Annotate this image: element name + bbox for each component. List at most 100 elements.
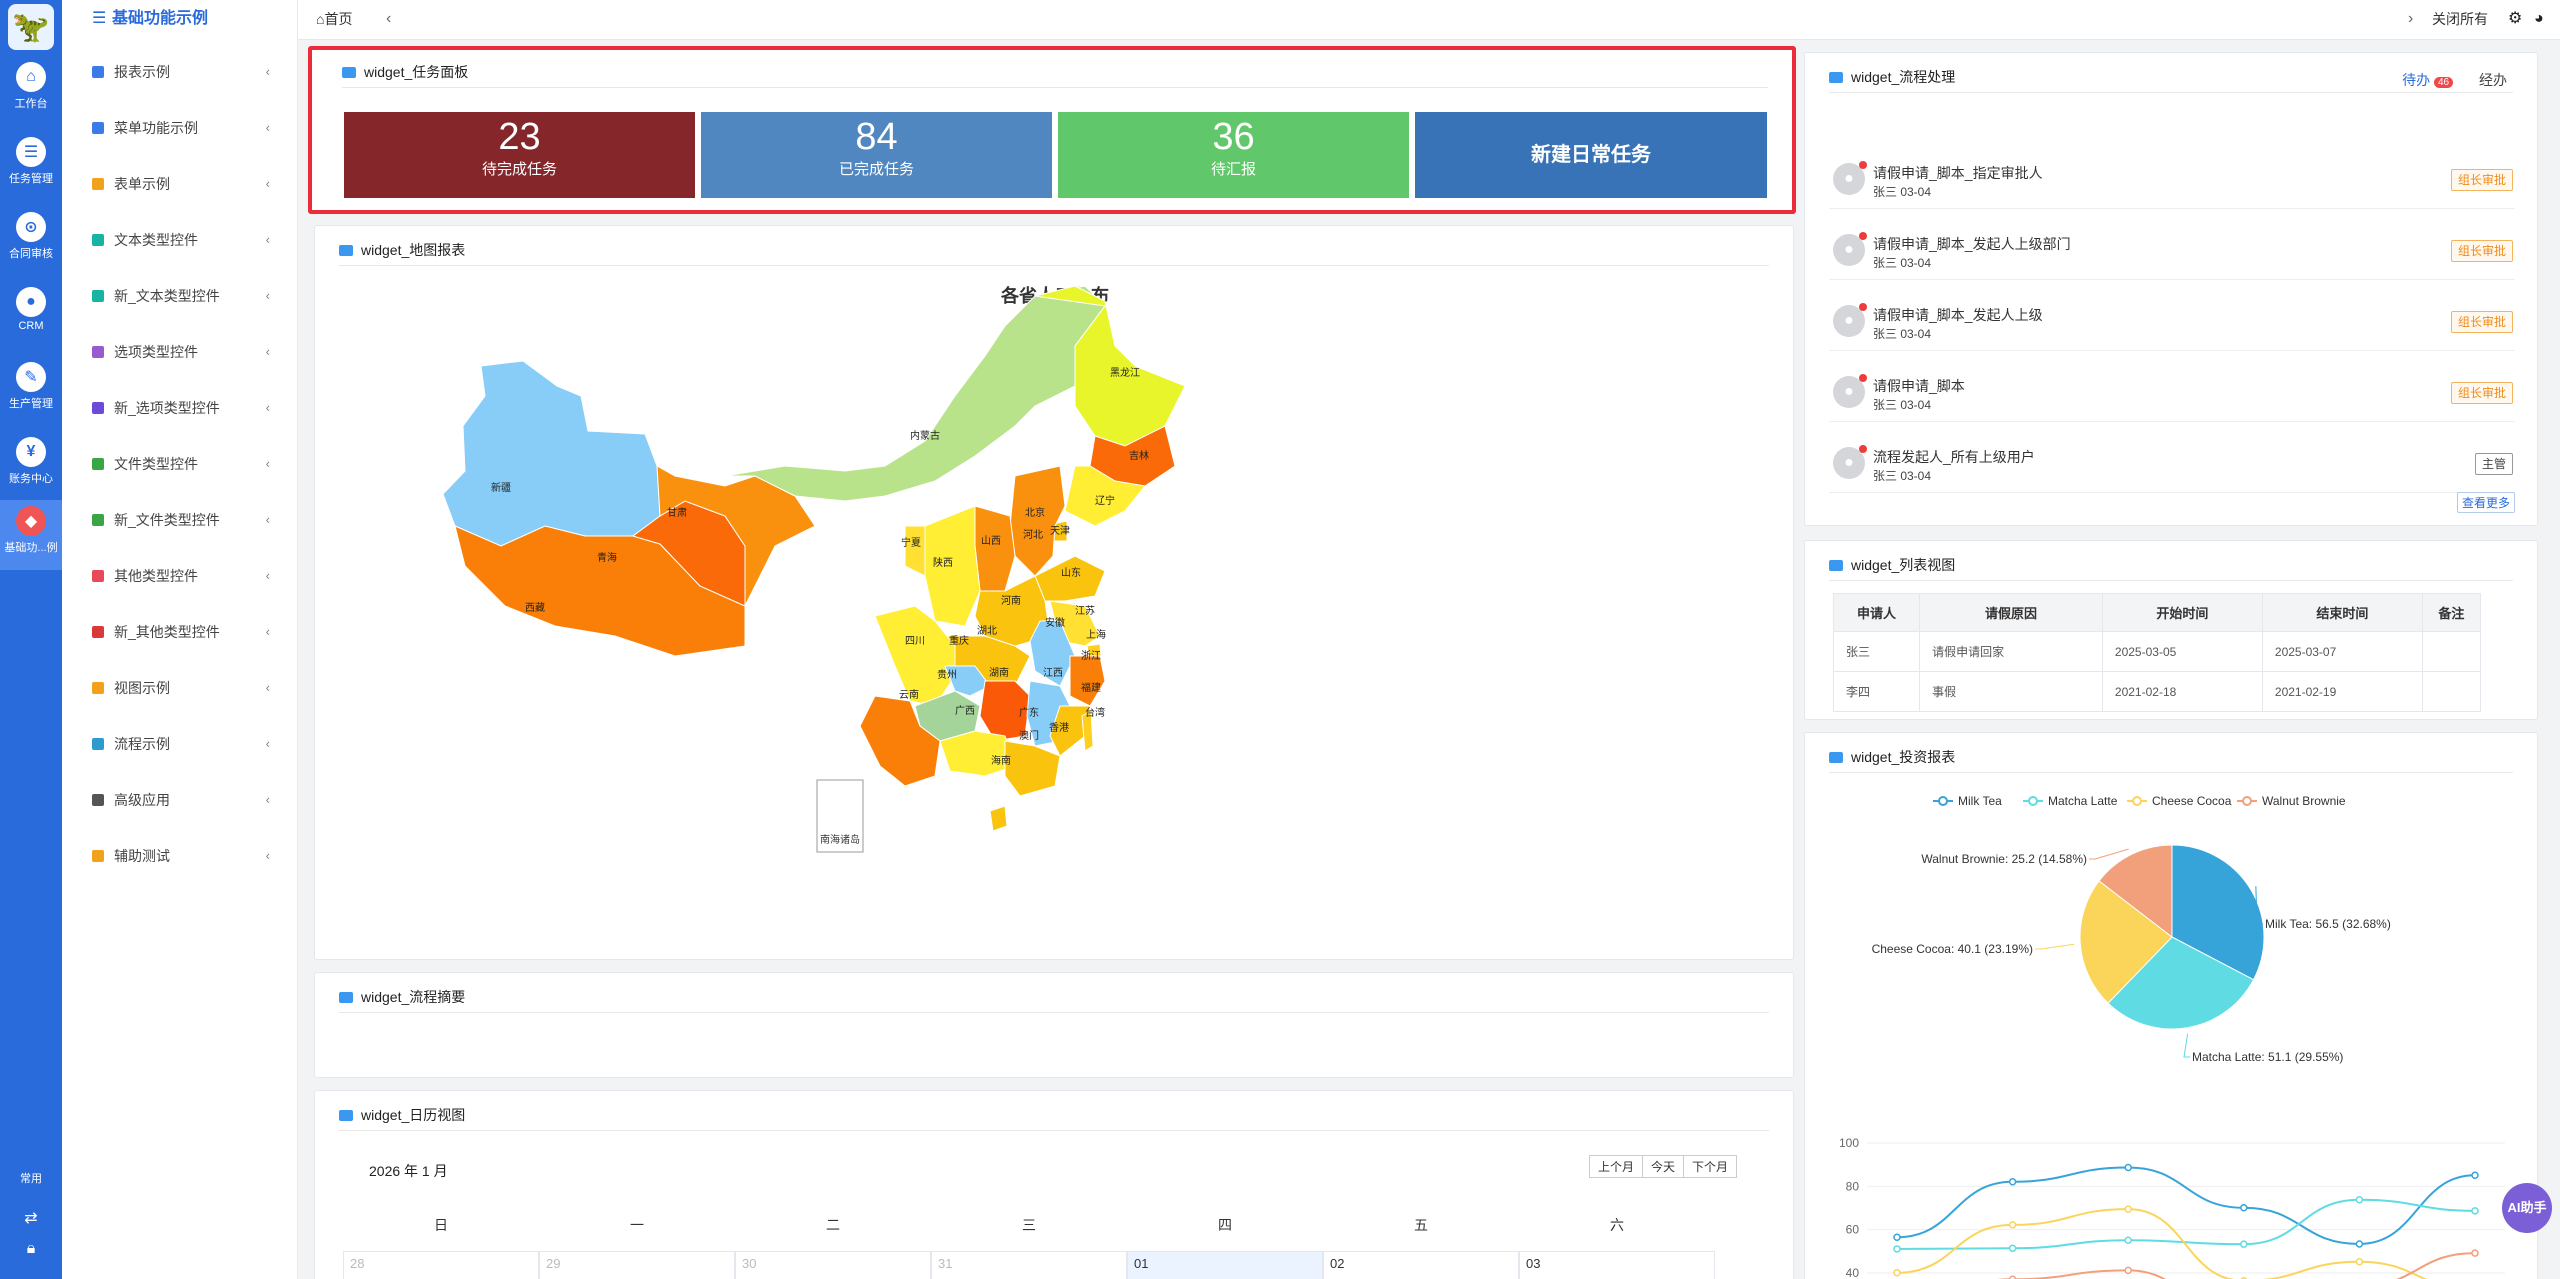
series-point[interactable] (2471, 1249, 2479, 1257)
series-point[interactable] (2008, 1178, 2017, 1186)
calendar-day[interactable]: 02 (1323, 1251, 1519, 1279)
menu-item[interactable]: 表单示例 ‹ (62, 164, 298, 204)
series-point[interactable] (2124, 1163, 2132, 1172)
table-cell: 2021-02-19 (2261, 671, 2423, 712)
series-point[interactable] (1893, 1269, 1901, 1277)
tab-todo[interactable]: 待办 46 (2380, 72, 2454, 88)
new-daily-task-button[interactable]: 新建日常任务 (1415, 112, 1767, 198)
menu-item[interactable]: 辅助测试 ‹ (62, 836, 298, 876)
series-point[interactable] (2008, 1221, 2017, 1229)
menu-item[interactable]: 高级应用 ‹ (62, 780, 298, 820)
task-card-report[interactable]: 36 待汇报 (1058, 112, 1409, 198)
province-guangdong[interactable] (1004, 740, 1061, 797)
series-point[interactable] (2124, 1236, 2132, 1245)
rail-item-basic[interactable]: ◆ 基础功...例 (0, 500, 62, 570)
series-point[interactable] (1893, 1233, 1901, 1241)
table-row[interactable]: 李四 事假 2021-02-18 2021-02-19 (1832, 671, 2482, 712)
gear-icon[interactable]: ⚙ (2508, 0, 2522, 38)
rail-item-crm[interactable]: ● CRM (0, 281, 62, 351)
task-card-completed[interactable]: 84 已完成任务 (701, 112, 1052, 198)
todo-item[interactable]: ● 流程发起人_所有上级用户 张三 03-04 主管 (1829, 423, 2515, 493)
menu-item[interactable]: 新_其他类型控件 ‹ (62, 612, 298, 652)
swap-icon[interactable]: ⇄ (0, 1208, 62, 1228)
series-line[interactable] (1896, 1208, 2475, 1279)
lock-icon[interactable]: 🔒︎ (0, 1240, 62, 1258)
weekday-label: 二 (826, 1217, 840, 1233)
series-point[interactable] (1893, 1245, 1901, 1253)
chevron-left-icon: ‹ (265, 568, 270, 583)
next-month-button[interactable]: 下个月 (1682, 1155, 1737, 1178)
province-hebei[interactable] (1009, 465, 1066, 577)
column-header[interactable]: 结束时间 (2261, 593, 2423, 632)
calendar-day[interactable]: 03 (1519, 1251, 1715, 1279)
menu-item[interactable]: 报表示例 ‹ (62, 52, 298, 92)
province-zhejiang[interactable] (1069, 655, 1106, 707)
rail-item-finance[interactable]: ¥ 账务中心 (0, 431, 62, 501)
series-point[interactable] (2355, 1240, 2364, 1248)
series-point[interactable] (2471, 1171, 2479, 1180)
rail-item-contract[interactable]: ⊙ 合同审核 (0, 206, 62, 276)
province-xinjiang[interactable] (442, 360, 661, 547)
series-point[interactable] (2124, 1266, 2132, 1275)
prev-month-button[interactable]: 上个月 (1588, 1155, 1643, 1178)
province-label: 宁夏 (901, 536, 921, 549)
series-point[interactable] (2008, 1244, 2017, 1253)
rail-item-production[interactable]: ✎ 生产管理 (0, 356, 62, 426)
chevron-right-icon[interactable]: › (2408, 0, 2413, 38)
province-guangxi[interactable] (939, 730, 1016, 777)
series-line[interactable] (1896, 1166, 2476, 1245)
palette-icon[interactable]: ◕ (2534, 0, 2544, 38)
calendar-day[interactable]: 28 (343, 1251, 539, 1279)
province-shanxi[interactable] (974, 505, 1016, 592)
menu-item[interactable]: 新_文本类型控件 ‹ (62, 276, 298, 316)
calendar-day[interactable]: 29 (539, 1251, 735, 1279)
menu-item[interactable]: 视图示例 ‹ (62, 668, 298, 708)
rail-label: 合同审核 (9, 248, 53, 260)
close-all-button[interactable]: 关闭所有 (2432, 0, 2488, 38)
todo-item[interactable]: ● 请假申请_脚本_指定审批人 张三 03-04 组长审批 (1829, 139, 2515, 209)
series-point[interactable] (2240, 1240, 2248, 1248)
calendar-day[interactable]: 31 (931, 1251, 1127, 1279)
series-point[interactable] (2124, 1205, 2132, 1213)
series-line[interactable] (1897, 1252, 2476, 1279)
line-chart[interactable]: 100 80 60 40 (1805, 1113, 2539, 1279)
series-point[interactable] (2240, 1204, 2248, 1212)
menu-item[interactable]: 其他类型控件 ‹ (62, 556, 298, 596)
app-logo[interactable]: 🦖 (8, 4, 54, 50)
table-row[interactable]: 张三 请假申请回家 2025-03-05 2025-03-07 (1832, 631, 2482, 672)
calendar-day[interactable]: 30 (735, 1251, 931, 1279)
menu-item[interactable]: 新_选项类型控件 ‹ (62, 388, 298, 428)
column-header[interactable]: 开始时间 (2101, 593, 2263, 632)
column-header[interactable]: 请假原因 (1919, 593, 2103, 632)
todo-item[interactable]: ● 请假申请_脚本_发起人上级 张三 03-04 组长审批 (1829, 281, 2515, 351)
rail-item-workbench[interactable]: ⌂ 工作台 (0, 56, 62, 126)
china-map[interactable]: 南海诸岛 新疆西藏 青海 甘肃 内蒙古 黑龙江吉林辽宁北京天津河北山西陕西宁夏山东河南江… (315, 226, 1795, 961)
ai-assistant-button[interactable]: AI助手 (2502, 1183, 2552, 1233)
column-header[interactable]: 备注 (2421, 593, 2482, 632)
calendar-day[interactable]: 01 (1127, 1251, 1323, 1279)
series-line[interactable] (1896, 1198, 2476, 1250)
series-point[interactable] (2471, 1207, 2479, 1215)
see-more-link[interactable]: 查看更多 (2456, 492, 2515, 513)
unread-dot (1859, 232, 1867, 240)
column-header[interactable]: 申请人 (1832, 593, 1921, 632)
todo-item[interactable]: ● 请假申请_脚本_发起人上级部门 张三 03-04 组长审批 (1829, 210, 2515, 280)
province-hainan[interactable] (989, 805, 1008, 832)
province-ningxia[interactable] (904, 525, 926, 577)
menu-item[interactable]: 选项类型控件 ‹ (62, 332, 298, 372)
chevron-left-icon[interactable]: ‹ (386, 0, 391, 38)
rail-item-task[interactable]: ☰ 任务管理 (0, 131, 62, 201)
todo-item[interactable]: ● 请假申请_脚本 张三 03-04 组长审批 (1829, 352, 2515, 422)
series-point[interactable] (2355, 1257, 2364, 1266)
menu-item[interactable]: 新_文件类型控件 ‹ (62, 500, 298, 540)
series-point[interactable] (2355, 1196, 2364, 1204)
today-button[interactable]: 今天 (1641, 1155, 1684, 1178)
menu-item[interactable]: 文件类型控件 ‹ (62, 444, 298, 484)
menu-item[interactable]: 文本类型控件 ‹ (62, 220, 298, 260)
home-tab[interactable]: ⌂首页 (316, 0, 352, 38)
menu-item[interactable]: 菜单功能示例 ‹ (62, 108, 298, 148)
menu-item[interactable]: 流程示例 ‹ (62, 724, 298, 764)
task-card-pending[interactable]: 23 待完成任务 (344, 112, 695, 198)
pie-chart[interactable]: Milk Tea Matcha Latte Cheese Cocoa Walnut B… (1805, 783, 2539, 1103)
tab-done[interactable]: 经办 (2479, 72, 2507, 88)
